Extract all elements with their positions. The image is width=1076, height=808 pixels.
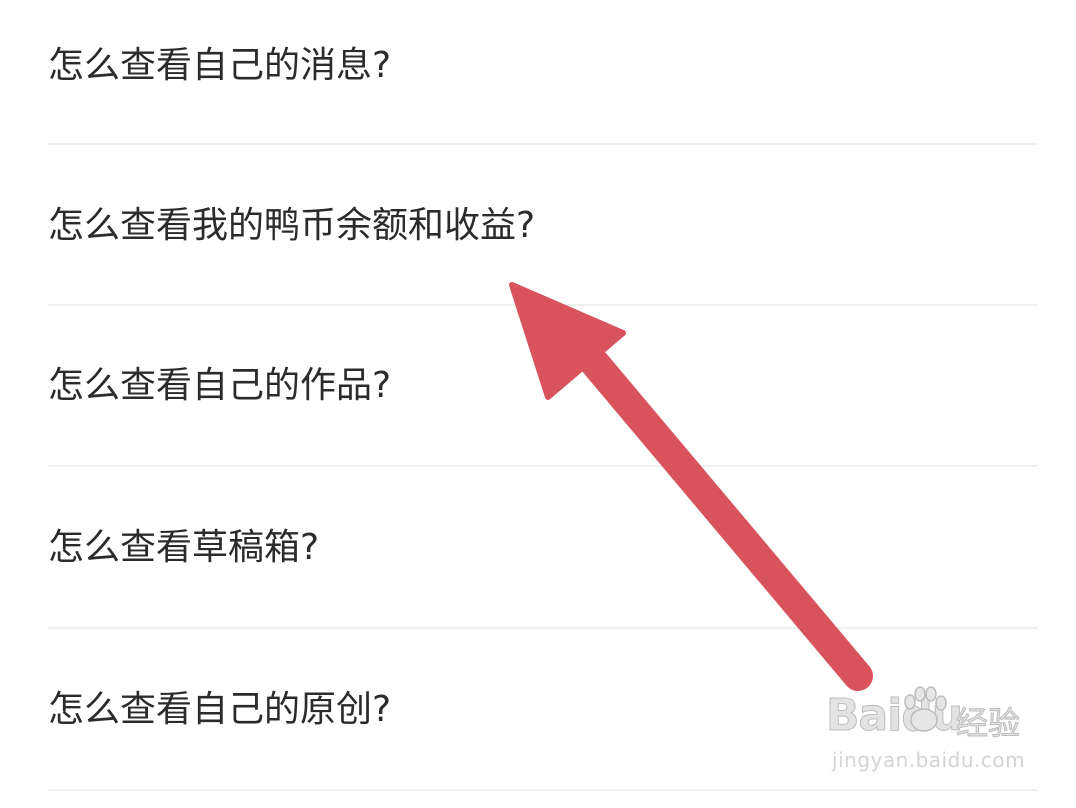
faq-item-label: 怎么查看草稿箱? bbox=[48, 527, 320, 568]
faq-item-coin-balance[interactable]: 怎么查看我的鸭币余额和收益? bbox=[0, 162, 1076, 322]
divider bbox=[48, 627, 1038, 629]
faq-item-original[interactable]: 怎么查看自己的原创? bbox=[0, 648, 1076, 808]
faq-item-label: 怎么查看自己的原创? bbox=[48, 689, 392, 730]
faq-item-label: 怎么查看自己的作品? bbox=[48, 365, 392, 406]
divider bbox=[48, 465, 1038, 467]
faq-item-works[interactable]: 怎么查看自己的作品? bbox=[0, 324, 1076, 484]
faq-list: 怎么查看自己的消息? 怎么查看我的鸭币余额和收益? 怎么查看自己的作品? 怎么查… bbox=[0, 0, 1076, 800]
faq-item-messages[interactable]: 怎么查看自己的消息? bbox=[0, 0, 1076, 160]
faq-item-drafts[interactable]: 怎么查看草稿箱? bbox=[0, 486, 1076, 646]
divider bbox=[48, 304, 1038, 306]
faq-item-label: 怎么查看我的鸭币余额和收益? bbox=[48, 205, 536, 246]
divider bbox=[48, 143, 1038, 145]
faq-item-label: 怎么查看自己的消息? bbox=[48, 45, 392, 86]
divider bbox=[48, 789, 1038, 791]
